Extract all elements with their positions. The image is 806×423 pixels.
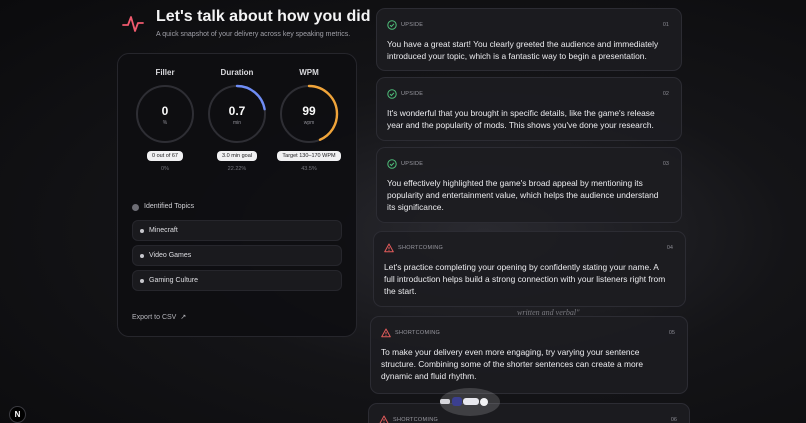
results-page: Let's talk about how you did A quick sna… xyxy=(0,0,806,423)
check-circle-icon xyxy=(387,20,397,30)
topics-title-label: Identified Topics xyxy=(144,203,195,210)
metric-percent: 0% xyxy=(161,166,169,172)
feedback-card-upside: UPSIDE 03 You effectively highlighted th… xyxy=(376,147,682,223)
bullet-icon xyxy=(140,229,144,233)
arrow-up-right-icon: ↗ xyxy=(180,314,187,321)
feedback-number: 06 xyxy=(670,417,677,423)
feedback-number: 03 xyxy=(662,161,669,167)
feedback-number: 01 xyxy=(662,22,669,28)
warning-triangle-icon xyxy=(379,415,389,423)
topic-label: Gaming Culture xyxy=(149,277,199,284)
feedback-number: 05 xyxy=(668,330,675,336)
feedback-card-shortcoming: SHORTCOMING 04 Let's practice completing… xyxy=(373,231,686,307)
topic-item[interactable]: Gaming Culture xyxy=(132,270,342,291)
metrics-card: Filler 0 % 0 out of 67 0% Duration 0.7 m… xyxy=(117,53,357,337)
feedback-type: UPSIDE xyxy=(401,91,424,97)
metric-unit: % xyxy=(162,120,168,126)
metric-filler: Filler 0 % 0 out of 67 0% xyxy=(132,68,198,172)
topics-title: Identified Topics xyxy=(132,203,194,210)
topic-item[interactable]: Video Games xyxy=(132,245,342,266)
metric-badge: 3.0 min goal xyxy=(217,151,257,161)
bullet-icon xyxy=(140,279,144,283)
export-label: Export to CSV xyxy=(132,314,177,321)
framework-badge[interactable]: N xyxy=(9,406,26,423)
feedback-type: SHORTCOMING xyxy=(398,245,444,251)
feedback-type: UPSIDE xyxy=(401,22,424,28)
feedback-number: 04 xyxy=(666,245,673,251)
pulse-icon xyxy=(122,16,144,32)
feedback-card-shortcoming: SHORTCOMING 05 To make your delivery eve… xyxy=(370,316,688,394)
metric-percent: 43.5% xyxy=(301,166,317,172)
page-subtitle: A quick snapshot of your delivery across… xyxy=(156,31,351,38)
feedback-text: It's wonderful that you brought in speci… xyxy=(387,108,655,130)
feedback-text: Let's practice completing your opening b… xyxy=(384,262,666,296)
export-csv-button[interactable]: Export to CSV ↗ xyxy=(132,313,186,321)
feedback-card-upside: UPSIDE 01 You have a great start! You cl… xyxy=(376,8,682,71)
metric-badge: Target 130–170 WPM xyxy=(277,151,341,161)
topic-item[interactable]: Minecraft xyxy=(132,220,342,241)
warning-triangle-icon xyxy=(381,328,391,338)
wpm-gauge: 99 wpm xyxy=(279,84,339,144)
warning-triangle-icon xyxy=(384,243,394,253)
metric-label: WPM xyxy=(299,68,319,77)
metric-wpm: WPM 99 wpm Target 130–170 WPM 43.5% xyxy=(276,68,342,172)
mascot-image xyxy=(440,388,500,416)
feedback-number: 02 xyxy=(662,91,669,97)
check-circle-icon xyxy=(387,89,397,99)
metric-label: Filler xyxy=(155,68,175,77)
topic-label: Minecraft xyxy=(149,227,178,234)
metric-value: 0 xyxy=(161,104,169,118)
filler-gauge: 0 % xyxy=(135,84,195,144)
feedback-type: SHORTCOMING xyxy=(395,330,441,336)
metric-percent: 22.22% xyxy=(227,166,247,172)
metric-value: 0.7 xyxy=(228,104,246,118)
bullet-icon xyxy=(140,254,144,258)
feedback-type: UPSIDE xyxy=(401,161,424,167)
metric-unit: min xyxy=(232,120,242,126)
metric-value: 99 xyxy=(302,104,316,118)
page-title: Let's talk about how you did xyxy=(156,8,371,25)
metric-label: Duration xyxy=(220,68,254,77)
feedback-text: You have a great start! You clearly gree… xyxy=(387,39,659,61)
topic-label: Video Games xyxy=(149,252,192,259)
metric-unit: wpm xyxy=(303,120,315,126)
feedback-text: You effectively highlighted the game's b… xyxy=(387,178,659,212)
metric-badge: 0 out of 67 xyxy=(147,151,183,161)
feedback-card-upside: UPSIDE 02 It's wonderful that you brough… xyxy=(376,77,682,141)
feedback-card-shortcoming: SHORTCOMING 06 xyxy=(368,403,690,423)
duration-gauge: 0.7 min xyxy=(207,84,267,144)
results-header: Let's talk about how you did A quick sna… xyxy=(122,8,370,48)
feedback-text: To make your delivery even more engaging… xyxy=(381,347,644,381)
metric-duration: Duration 0.7 min 3.0 min goal 22.22% xyxy=(204,68,270,172)
check-circle-icon xyxy=(387,159,397,169)
